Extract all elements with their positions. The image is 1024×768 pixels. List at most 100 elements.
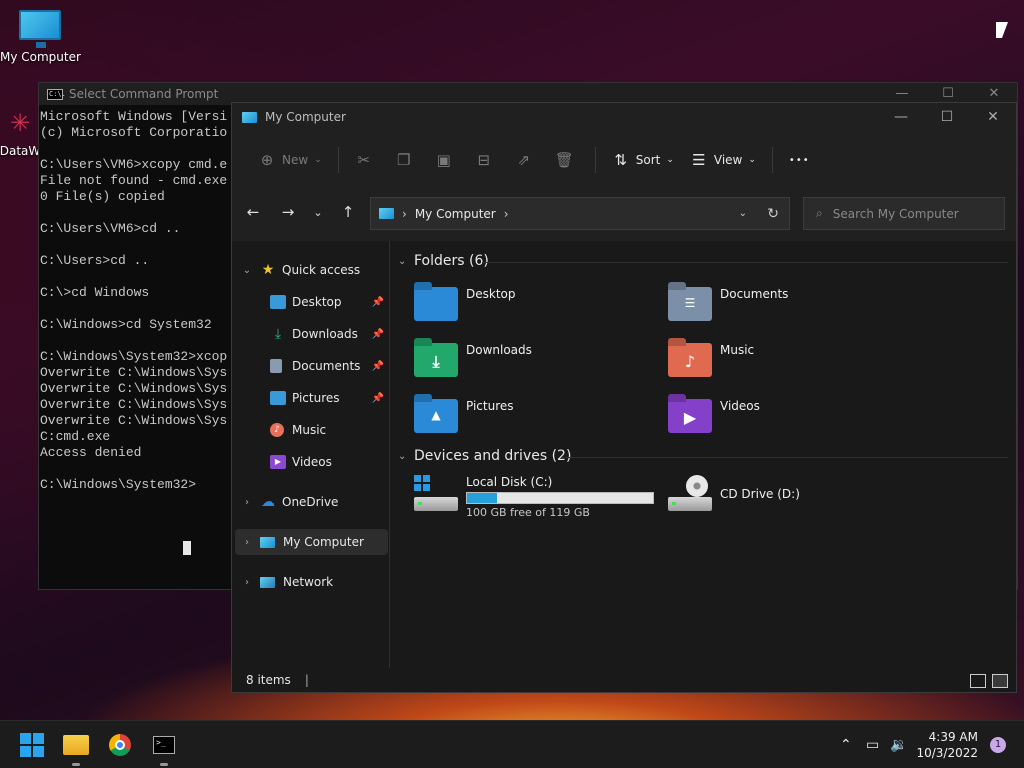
folder-documents[interactable]: ☰ Documents (668, 287, 788, 321)
search-placeholder: Search My Computer (832, 206, 959, 221)
maximize-button[interactable]: ☐ (924, 103, 970, 131)
music-icon: ♪ (270, 423, 284, 437)
chevron-down-icon: ⌄ (398, 255, 407, 267)
share-button[interactable]: ⇗ (507, 145, 547, 175)
forward-button[interactable]: → (276, 203, 300, 221)
toolbar-divider (337, 147, 339, 173)
group-title: Folders (6) (414, 253, 489, 269)
pin-icon[interactable]: 📌 (372, 393, 384, 404)
windows-logo-icon (20, 733, 44, 757)
share-icon: ⇗ (517, 151, 531, 169)
desktop-icon-label: My Computer (0, 50, 81, 64)
cmd-title: Select Command Prompt (69, 87, 219, 101)
volume-icon[interactable]: 🔉 (890, 737, 907, 753)
nav-item-onedrive[interactable]: › ☁ OneDrive (232, 489, 388, 515)
address-history-icon[interactable]: ⌄ (739, 208, 747, 219)
nav-label: Quick access (282, 263, 361, 277)
up-button[interactable]: ↑ (336, 203, 360, 221)
picture-icon (270, 391, 286, 405)
folder-pictures[interactable]: ▲ Pictures (414, 399, 514, 433)
cmd-icon: C:\. (47, 88, 66, 100)
folder-videos[interactable]: ▶ Videos (668, 399, 760, 433)
nav-quick-access[interactable]: ⌄ ★ Quick access (232, 257, 388, 283)
storage-usage-fill (467, 493, 497, 503)
nav-item-downloads[interactable]: ⤓ Downloads 📌 (232, 321, 388, 347)
documents-folder-icon: ☰ (668, 287, 712, 321)
group-header-drives[interactable]: ⌄ Devices and drives (2) (398, 448, 571, 464)
nav-label: Videos (292, 455, 332, 469)
toolbar-divider (594, 147, 596, 173)
disc-icon (686, 475, 708, 497)
taskbar-chrome[interactable] (104, 729, 136, 761)
chevron-down-icon: ⌄ (398, 450, 407, 462)
nav-item-pictures[interactable]: Pictures 📌 (232, 385, 388, 411)
scissors-icon: ✂ (357, 151, 371, 169)
file-explorer-window[interactable]: My Computer — ☐ ✕ ⊕ New ⌄ ✂ ❐ ▣ ⊟ ⇗ 🗑 ⇅ … (231, 102, 1017, 693)
notification-badge[interactable]: 1 (990, 737, 1006, 753)
paste-button[interactable]: ▣ (427, 145, 467, 175)
drive-d[interactable]: CD Drive (D:) (668, 475, 800, 511)
back-button[interactable]: ← (241, 203, 265, 221)
breadcrumb-my-computer[interactable]: My Computer (415, 207, 496, 221)
folder-music[interactable]: ♪ Music (668, 343, 754, 377)
desktop-folder-icon (414, 287, 458, 321)
tiles-view-button[interactable] (992, 674, 1008, 688)
search-box[interactable]: ⌕ Search My Computer (803, 197, 1005, 230)
pin-icon[interactable]: 📌 (372, 297, 384, 308)
chevron-right-icon: › (245, 576, 249, 588)
delete-button[interactable]: 🗑 (547, 145, 587, 175)
sort-button[interactable]: ⇅ Sort ⌄ (604, 145, 682, 175)
sort-label: Sort (635, 153, 661, 167)
folder-downloads[interactable]: ⤓ Downloads (414, 343, 532, 377)
details-view-button[interactable] (970, 674, 986, 688)
address-bar[interactable]: › My Computer › ⌄ ↻ (370, 197, 790, 230)
view-button[interactable]: ☰ View ⌄ (682, 145, 764, 175)
desktop-icon (270, 295, 286, 309)
new-button[interactable]: ⊕ New ⌄ (250, 145, 330, 175)
chevron-up-icon[interactable]: ⌃ (840, 737, 852, 753)
network-icon[interactable]: ▭ (866, 737, 879, 753)
drive-free-space: 100 GB free of 119 GB (466, 506, 590, 519)
close-button[interactable]: ✕ (970, 103, 1016, 131)
folder-label: Downloads (466, 343, 532, 357)
drive-c[interactable]: Local Disk (C:) 100 GB free of 119 GB (414, 475, 654, 519)
start-button[interactable] (16, 729, 48, 761)
nav-item-documents[interactable]: Documents 📌 (232, 353, 388, 379)
music-folder-icon: ♪ (668, 343, 712, 377)
running-indicator (72, 763, 80, 766)
pin-icon[interactable]: 📌 (372, 361, 384, 372)
nav-item-my-computer[interactable]: › My Computer (235, 529, 388, 555)
copy-button[interactable]: ❐ (387, 145, 427, 175)
minimize-button[interactable]: — (878, 103, 924, 131)
star-icon: ★ (261, 262, 275, 278)
group-header-folders[interactable]: ⌄ Folders (6) (398, 253, 489, 269)
running-indicator (160, 763, 168, 766)
recent-locations-button[interactable]: ⌄ (306, 206, 330, 219)
folder-icon (63, 735, 89, 755)
folder-label: Desktop (466, 287, 516, 301)
explorer-title: My Computer (265, 110, 346, 124)
rename-button[interactable]: ⊟ (467, 145, 507, 175)
storage-usage-bar (466, 492, 654, 504)
nav-item-music[interactable]: ♪ Music (232, 417, 388, 443)
more-options-button[interactable]: ••• (781, 145, 818, 175)
clock[interactable]: 4:39 AM 10/3/2022 (916, 729, 978, 761)
chevron-down-icon: ⌄ (666, 155, 674, 165)
taskbar-command-prompt[interactable]: >_ (148, 729, 180, 766)
cut-button[interactable]: ✂ (347, 145, 387, 175)
folder-desktop[interactable]: Desktop (414, 287, 516, 321)
refresh-icon[interactable]: ↻ (767, 206, 779, 222)
pin-icon[interactable]: 📌 (372, 329, 384, 340)
sort-icon: ⇅ (614, 151, 628, 169)
view-label: View (713, 153, 743, 167)
view-list-icon: ☰ (692, 151, 706, 169)
nav-label: Network (283, 575, 334, 589)
taskbar-file-explorer[interactable] (60, 729, 92, 766)
nav-item-videos[interactable]: ▶ Videos (232, 449, 388, 475)
desktop-icon-my-computer[interactable]: My Computer (0, 10, 81, 64)
chevron-right-icon: › (245, 536, 249, 548)
command-bar: ⊕ New ⌄ ✂ ❐ ▣ ⊟ ⇗ 🗑 ⇅ Sort ⌄ ☰ View ⌄ ••… (232, 131, 1016, 189)
nav-item-network[interactable]: › Network (232, 569, 388, 595)
nav-item-desktop[interactable]: Desktop 📌 (232, 289, 388, 315)
chevron-right-icon: › (245, 496, 249, 508)
